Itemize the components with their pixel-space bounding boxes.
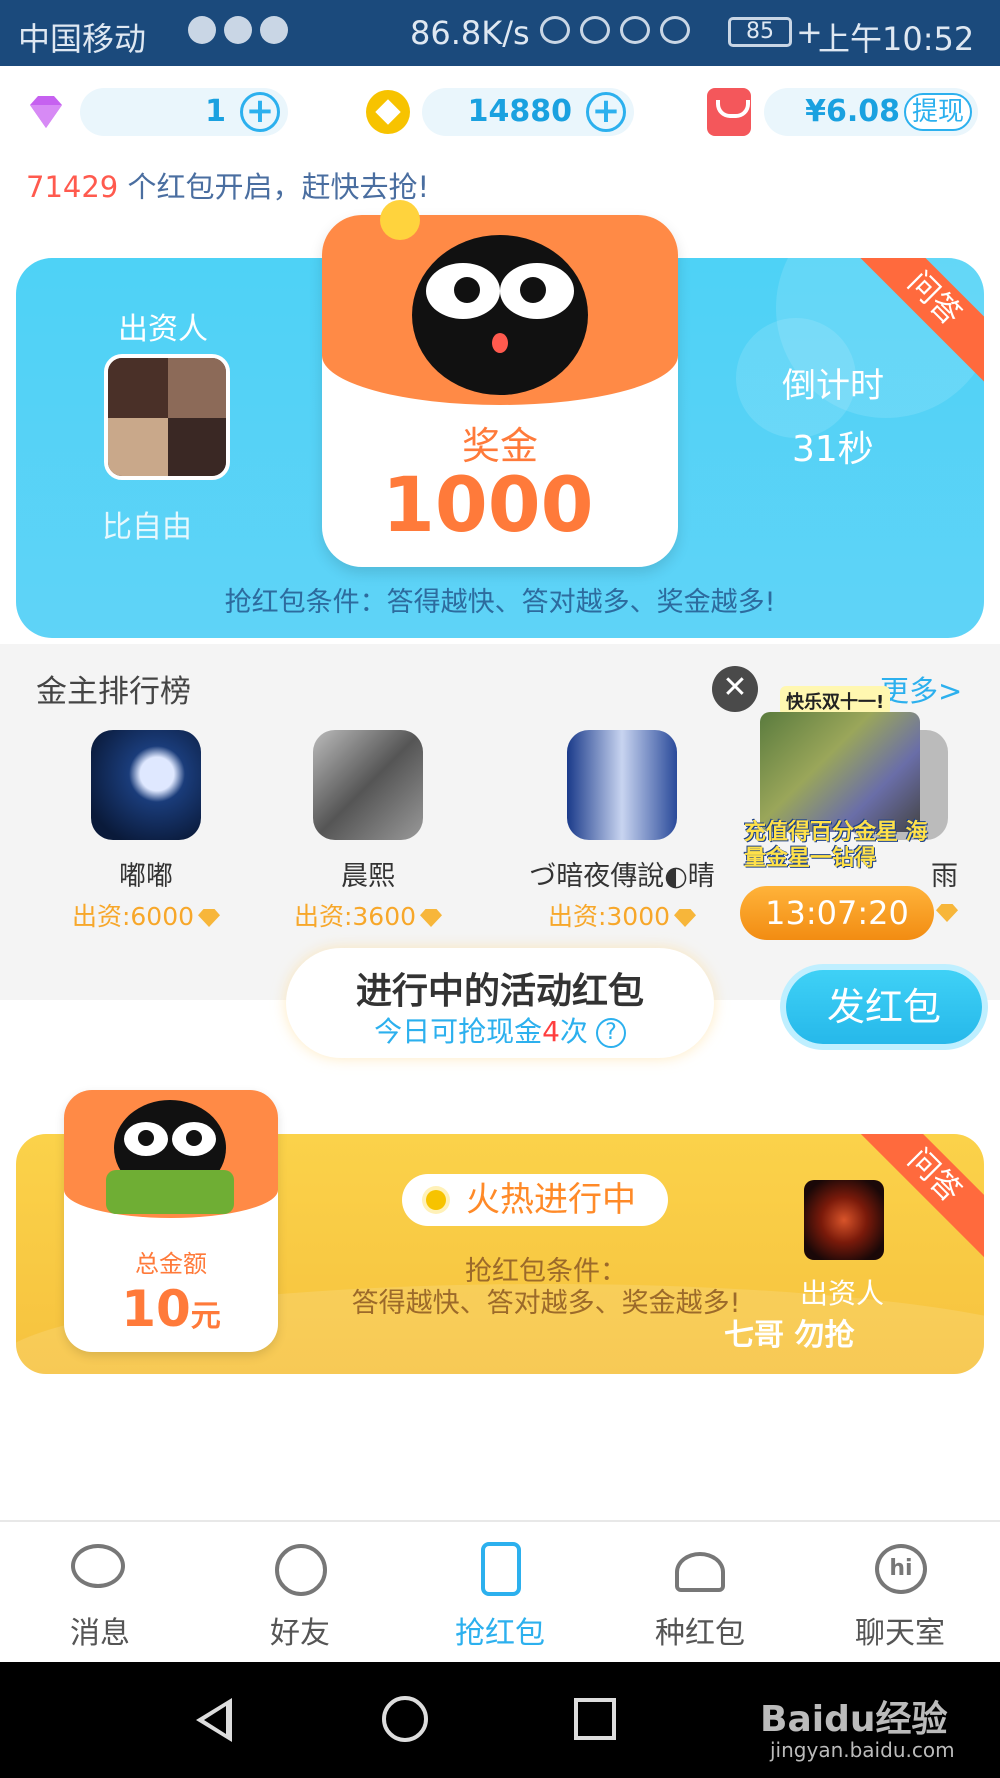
clock: 上午10:52 (818, 20, 975, 58)
heart-icon (188, 16, 216, 44)
add-coins-button[interactable]: + (586, 92, 626, 132)
nav-label: 种红包 (655, 1616, 745, 1651)
sponsor-name: 比自由 (102, 510, 192, 545)
diamond-icon (30, 96, 62, 128)
status-badge: 火热进行中 (402, 1174, 668, 1226)
ranking-amount: 出资:3600 (258, 897, 478, 933)
wifi-icon (620, 16, 650, 44)
leaf-icon (669, 1542, 731, 1600)
chick-icon (380, 200, 420, 240)
notice-banner[interactable]: 71429 个红包开启，赶快去抢! (26, 164, 429, 206)
sponsor-avatar[interactable] (104, 354, 230, 480)
baidu-watermark-url: jingyan.baidu.com (770, 1738, 955, 1762)
coin-icon (366, 90, 410, 134)
ranking-title: 金主排行榜 (36, 674, 191, 710)
notice-count: 71429 (26, 170, 119, 204)
hero-condition-text: 抢红包条件：答得越快、答对越多、奖金越多! (224, 587, 776, 618)
red-packet-icon (469, 1542, 531, 1600)
send-red-packet-button[interactable]: 发红包 (786, 970, 982, 1044)
nav-label: 聊天室 (855, 1616, 945, 1651)
ranking-item[interactable]: 嘟嘟 出资:6000 (36, 730, 256, 933)
bottom-navigation: 消息 好友 抢红包 种红包 hi 聊天室 (0, 1520, 1000, 1662)
nav-item-plant-red-packet[interactable]: 种红包 (600, 1522, 800, 1662)
eye-icon (580, 16, 610, 44)
total-amount-card[interactable]: 总金额 10元 (64, 1090, 278, 1352)
active-title: 进行中的活动红包 (355, 971, 644, 1012)
ranking-name: 嘟嘟 (119, 861, 173, 892)
baidu-watermark: Baidu经验 (760, 1699, 948, 1740)
currency-bar: 1 + 14880 + ¥6.08 提现 (0, 66, 1000, 158)
app-screen: 中国移动 86.8K/s 85 + 上午10:52 1 + 14880 + ¥6… (0, 0, 1000, 1778)
add-gems-button[interactable]: + (240, 92, 280, 132)
sponsor-avatar[interactable] (804, 1180, 884, 1260)
gem-balance: 1 + (80, 88, 288, 136)
ranking-amount: 出资:3000 (512, 897, 732, 933)
signal-icon (660, 16, 690, 44)
system-icons (540, 16, 690, 44)
ranking-item[interactable]: づ暗夜傳說◐晴 出资:3000 (512, 730, 732, 933)
nav-item-chatroom[interactable]: hi 聊天室 (800, 1522, 1000, 1662)
back-icon[interactable] (196, 1698, 232, 1742)
active-packets-header: 进行中的活动红包 今日可抢现金4次? (286, 948, 714, 1058)
notification-icons (188, 16, 288, 44)
hi-chat-icon: hi (869, 1542, 931, 1600)
ranking-avatar (91, 730, 201, 840)
diamond-icon (936, 904, 958, 922)
countdown-value: 31秒 (792, 429, 874, 470)
nav-label: 消息 (70, 1616, 130, 1651)
network-speed: 86.8K/s (410, 14, 530, 52)
nav-item-messages[interactable]: 消息 (0, 1522, 200, 1662)
ranking-name: 晨熙 (341, 861, 395, 892)
nav-label: 抢红包 (455, 1616, 545, 1651)
red-packet-icon (707, 88, 751, 136)
battery-icon: 85 (728, 17, 792, 47)
prize-card[interactable]: 奖金 1000 (322, 215, 678, 567)
sponsor-name: 七哥 勿抢 (724, 1318, 855, 1353)
status-dot-icon (426, 1190, 446, 1210)
carrier-label: 中国移动 (18, 20, 147, 58)
promo-text: 充值得百分金星 海量金星一钻得 (744, 820, 928, 871)
promo-image (760, 712, 920, 832)
nav-item-grab-red-packet[interactable]: 抢红包 (400, 1522, 600, 1662)
status-bar: 中国移动 86.8K/s 85 + 上午10:52 (0, 0, 1000, 66)
promo-banner[interactable]: 快乐双十一! 充值得百分金星 海量金星一钻得 (740, 680, 936, 890)
promo-timer[interactable]: 13:07:20 (740, 886, 934, 940)
ranking-item[interactable]: 晨熙 出资:3600 (258, 730, 478, 933)
total-label: 总金额 (135, 1250, 207, 1278)
active-subtitle: 今日可抢现金4次? (286, 1010, 714, 1050)
coin-balance: 14880 + (422, 88, 634, 136)
coin-balance-value: 14880 (467, 94, 572, 129)
nav-label: 好友 (270, 1616, 330, 1651)
sponsor-label: 出资人 (800, 1277, 885, 1310)
cash-balance: ¥6.08 提现 (764, 88, 978, 136)
nav-item-friends[interactable]: 好友 (200, 1522, 400, 1662)
play-icon (224, 16, 252, 44)
help-icon[interactable]: ? (595, 1018, 626, 1048)
sponsor-label: 出资人 (118, 312, 208, 347)
ranking-avatar (313, 730, 423, 840)
home-icon[interactable] (382, 1696, 428, 1742)
smiley-icon (269, 1542, 331, 1600)
gem-balance-value: 1 (205, 94, 226, 129)
recent-apps-icon[interactable] (574, 1698, 616, 1740)
withdraw-button[interactable]: 提现 (904, 93, 972, 131)
remaining-count: 4 (542, 1015, 560, 1048)
ranking-amount: 出资:6000 (36, 897, 256, 933)
cash-balance-value: ¥6.08 (805, 94, 900, 129)
countdown-label: 倒计时 (782, 366, 884, 406)
notice-text: 个红包开启，赶快去抢! (118, 170, 430, 204)
diamond-icon (198, 909, 221, 927)
diamond-icon (420, 909, 443, 927)
prize-amount: 1000 (382, 460, 594, 549)
ranking-name: づ暗夜傳說◐晴 (529, 861, 715, 892)
message-bubble-icon (69, 1542, 131, 1600)
ranking-avatar (567, 730, 677, 840)
chat-icon (260, 16, 288, 44)
total-amount: 10元 (121, 1280, 221, 1338)
diamond-icon (674, 909, 697, 927)
alarm-icon (540, 16, 570, 44)
